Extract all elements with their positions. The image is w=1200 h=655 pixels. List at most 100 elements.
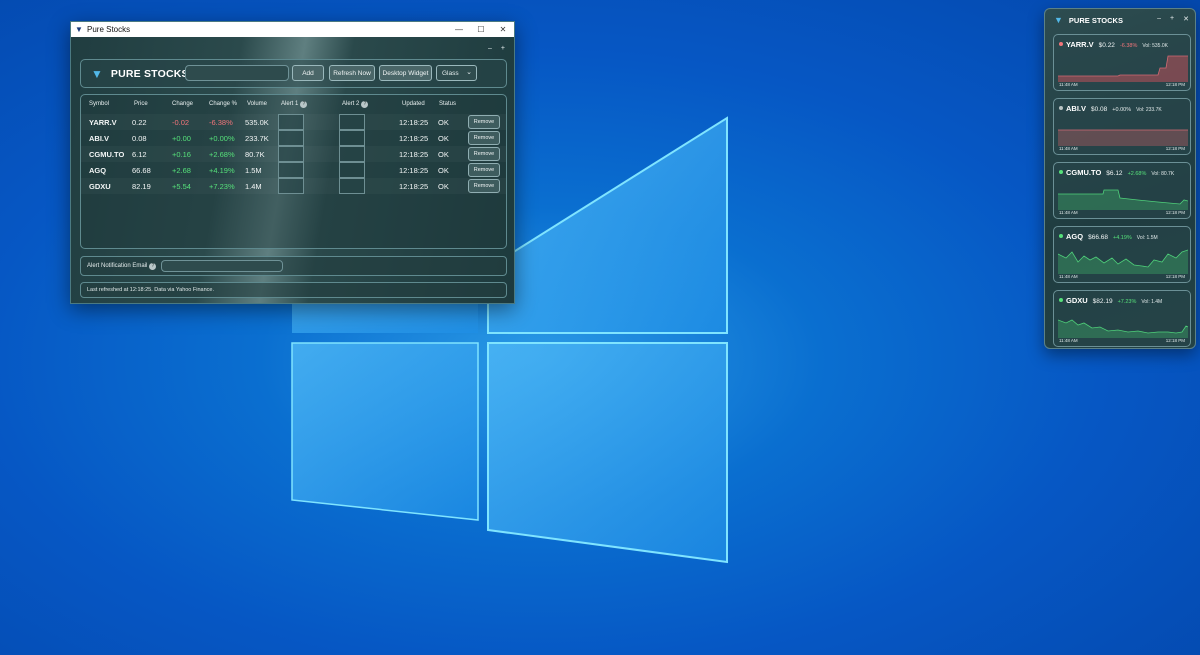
sparkline-area — [1058, 190, 1188, 210]
cell-updated: 12:18:25 — [399, 134, 429, 143]
card-change-pct: +4.19% — [1112, 235, 1132, 241]
card-start-time: 11:48 AM — [1059, 82, 1078, 87]
sparkline-chart — [1058, 319, 1188, 338]
status-dot-icon — [1059, 170, 1063, 174]
status-dot-icon — [1059, 106, 1063, 110]
card-volume: Vol: 535.0K — [1142, 43, 1168, 49]
alert1-input[interactable] — [278, 146, 304, 162]
table-row: ABI.V 0.08 +0.00 +0.00% 233.7K 12:18:25 OK Remo… — [81, 130, 506, 146]
window-titlebar[interactable]: ▼ Pure Stocks — ☐ ✕ — [71, 22, 514, 37]
sparkline-area — [1058, 250, 1188, 274]
widget-card[interactable]: CGMU.TO $6.12 +2.68% Vol: 80.7K 11:48 AM 12:1… — [1053, 162, 1191, 219]
alert-email-section: Alert Notification Email ? — [80, 256, 507, 276]
cell-change-pct: +4.19% — [209, 166, 235, 175]
toolbar: ▼ PURE STOCKS Add Refresh Now Desktop Wi… — [80, 59, 507, 88]
alert1-input[interactable] — [278, 178, 304, 194]
cell-symbol: GDXU — [89, 182, 111, 191]
help-icon[interactable]: ? — [300, 101, 308, 108]
cell-updated: 12:18:25 — [399, 150, 429, 159]
cell-symbol: YARR.V — [89, 118, 117, 127]
alert2-input[interactable] — [339, 130, 365, 146]
desktop-widget-button[interactable]: Desktop Widget — [379, 65, 432, 81]
card-volume: Vol: 233.7K — [1136, 107, 1162, 113]
theme-select[interactable]: Glass ⌄ — [436, 65, 477, 81]
help-icon[interactable]: ? — [149, 262, 157, 270]
minimize-icon[interactable]: – — [1157, 15, 1161, 23]
alert-email-label: Alert Notification Email — [87, 263, 148, 269]
alert-email-input[interactable] — [161, 260, 283, 272]
col-volume: Volume — [247, 101, 268, 107]
cell-status: OK — [438, 150, 449, 159]
card-price: $82.19 — [1092, 298, 1113, 305]
widget-header[interactable]: ▼ PURE STOCKS – + ✕ — [1045, 9, 1195, 31]
cell-volume: 535.0K — [245, 118, 269, 127]
cell-price: 0.22 — [132, 118, 147, 127]
card-start-time: 11:48 AM — [1059, 146, 1078, 151]
sparkline-area — [1058, 56, 1188, 82]
help-icon[interactable]: ? — [361, 101, 369, 108]
col-symbol: Symbol — [89, 101, 110, 107]
col-change: Change — [172, 101, 194, 107]
add-icon[interactable]: + — [1170, 15, 1174, 23]
widget-card[interactable]: GDXU $82.19 +7.23% Vol: 1.4M 11:48 AM 12:18 P… — [1053, 290, 1191, 347]
alert1-input[interactable] — [278, 162, 304, 178]
widget-title: PURE STOCKS — [1068, 15, 1123, 25]
col-alert1-label: Alert 1 — [281, 101, 299, 107]
card-start-time: 11:48 AM — [1059, 210, 1078, 215]
minimize-icon[interactable]: — — [448, 25, 470, 34]
status-dot-icon — [1059, 298, 1063, 302]
card-end-time: 12:18 PM — [1165, 146, 1185, 151]
symbol-input[interactable] — [185, 65, 289, 81]
remove-button[interactable]: Remove — [468, 163, 500, 177]
widget-card[interactable]: YARR.V $0.22 -6.38% Vol: 535.0K 11:48 AM 12:1… — [1053, 34, 1191, 91]
cell-symbol: AGQ — [89, 166, 107, 175]
alert1-input[interactable] — [278, 114, 304, 130]
alert2-input[interactable] — [339, 114, 365, 130]
card-end-time: 12:18 PM — [1165, 338, 1185, 343]
cell-volume: 1.5M — [245, 166, 262, 175]
card-symbol: AGQ — [1066, 232, 1084, 241]
status-dot-icon — [1059, 42, 1063, 46]
cell-symbol: ABI.V — [89, 134, 110, 143]
table-row: YARR.V 0.22 -0.02 -6.38% 535.0K 12:18:25 OK Rem… — [81, 114, 506, 130]
cell-status: OK — [438, 118, 449, 127]
alert2-input[interactable] — [339, 146, 365, 162]
table-row: CGMU.TO 6.12 +0.16 +2.68% 80.7K 12:18:25 OK Rem… — [81, 146, 506, 162]
theme-select-value: Glass — [442, 69, 459, 77]
remove-button[interactable]: Remove — [468, 131, 500, 145]
card-price: $6.12 — [1106, 170, 1123, 177]
close-icon[interactable]: ✕ — [492, 25, 514, 34]
cell-change: +0.16 — [172, 150, 191, 159]
alert2-input[interactable] — [339, 162, 365, 178]
refresh-now-button[interactable]: Refresh Now — [329, 65, 375, 81]
card-header: ABI.V $0.08 +0.00% Vol: 233.7K — [1059, 104, 1162, 113]
close-icon[interactable]: ✕ — [1183, 15, 1189, 23]
cell-status: OK — [438, 182, 449, 191]
card-volume: Vol: 1.4M — [1141, 299, 1163, 305]
cell-price: 6.12 — [132, 150, 147, 159]
maximize-icon[interactable]: ☐ — [470, 25, 492, 34]
col-status: Status — [439, 101, 457, 107]
table-row: AGQ 66.68 +2.68 +4.19% 1.5M 12:18:25 OK Remove — [81, 162, 506, 178]
alert1-input[interactable] — [278, 130, 304, 146]
main-window: ▼ Pure Stocks — ☐ ✕ – + ▼ PURE STOCKS Ad… — [70, 21, 515, 304]
col-price: Price — [134, 101, 148, 107]
cell-price: 0.08 — [132, 134, 147, 143]
app-add-icon[interactable]: + — [501, 45, 505, 52]
alert2-input[interactable] — [339, 178, 365, 194]
cell-updated: 12:18:25 — [399, 182, 429, 191]
card-volume: Vol: 1.5M — [1136, 235, 1158, 241]
widget-card[interactable]: ABI.V $0.08 +0.00% Vol: 233.7K 11:48 AM 12:18… — [1053, 98, 1191, 155]
col-alert1: Alert 1? — [281, 101, 308, 108]
card-change-pct: +7.23% — [1117, 299, 1137, 305]
widget-controls: – + ✕ — [1157, 15, 1189, 23]
sparkline-chart — [1058, 55, 1188, 82]
app-minimize-icon[interactable]: – — [488, 45, 492, 52]
remove-button[interactable]: Remove — [468, 179, 500, 193]
card-change-pct: -6.38% — [1119, 43, 1138, 49]
remove-button[interactable]: Remove — [468, 147, 500, 161]
add-button[interactable]: Add — [292, 65, 324, 81]
widget-card[interactable]: AGQ $66.68 +4.19% Vol: 1.5M 11:48 AM 12:18 PM — [1053, 226, 1191, 283]
remove-button[interactable]: Remove — [468, 115, 500, 129]
cell-change: -0.02 — [172, 118, 190, 127]
